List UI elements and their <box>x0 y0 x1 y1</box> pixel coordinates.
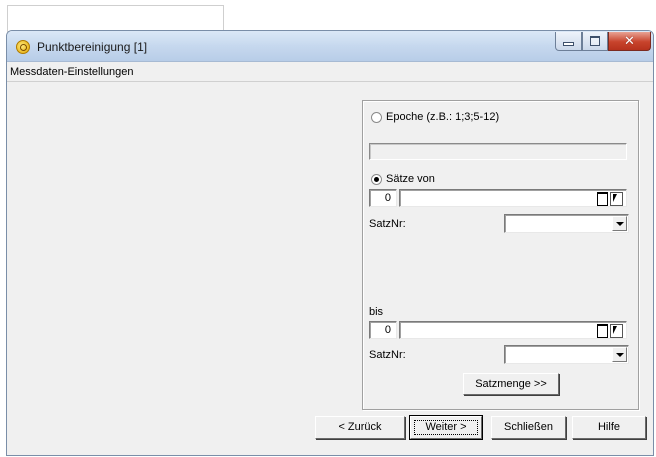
to-satznr-chevron-down-icon[interactable] <box>612 347 627 362</box>
satzmenge-button-label: Satzmenge >> <box>475 378 547 390</box>
app-icon <box>16 40 30 54</box>
from-number-field[interactable]: 0 <box>369 189 397 207</box>
close-button-label: Schließen <box>504 421 553 433</box>
from-pick-tools <box>597 192 623 206</box>
title-bar[interactable]: Punktbereinigung [1] ✕ <box>7 31 653 62</box>
epoche-label: Epoche (z.B.: 1;3;5-12) <box>386 111 500 123</box>
dialog-window: Punktbereinigung [1] ✕ Messdaten-Einstel… <box>6 30 654 456</box>
next-button-label: Weiter > <box>425 421 467 433</box>
close-icon: ✕ <box>624 33 635 49</box>
edit-icon[interactable] <box>597 192 608 206</box>
to-pick-tools <box>597 324 623 338</box>
top-blank-field <box>7 5 224 32</box>
edit-icon[interactable] <box>597 324 608 338</box>
from-satznr-label: SatzNr: <box>369 218 406 230</box>
from-value-field[interactable] <box>399 189 627 207</box>
help-button[interactable]: Hilfe <box>572 416 646 439</box>
help-button-label: Hilfe <box>597 421 620 433</box>
to-satznr-label: SatzNr: <box>369 349 406 361</box>
close-button[interactable]: Schließen <box>491 416 566 439</box>
to-number-field[interactable]: 0 <box>369 321 397 339</box>
settings-group: Epoche (z.B.: 1;3;5-12) Sätze von 0 Satz… <box>362 100 639 410</box>
minimize-button[interactable] <box>555 32 582 51</box>
saetze-label: Sätze von <box>386 173 435 185</box>
to-value-field[interactable] <box>399 321 627 339</box>
pick-cursor-icon[interactable] <box>610 192 623 206</box>
pick-cursor-icon[interactable] <box>610 324 623 338</box>
from-satznr-chevron-down-icon[interactable] <box>612 216 627 231</box>
close-window-button[interactable]: ✕ <box>608 32 651 51</box>
back-button[interactable]: < Zurück <box>315 416 405 439</box>
section-header-label: Messdaten-Einstellungen <box>10 66 134 78</box>
satzmenge-button[interactable]: Satzmenge >> <box>463 373 559 395</box>
saetze-radio[interactable] <box>371 174 382 185</box>
minimize-icon <box>563 42 574 46</box>
maximize-icon <box>590 36 600 46</box>
back-button-label: < Zurück <box>338 421 382 433</box>
from-satznr-combo[interactable] <box>504 214 629 233</box>
dialog-client: Messdaten-Einstellungen Epoche (z.B.: 1;… <box>7 63 653 455</box>
bis-label: bis <box>369 306 384 318</box>
maximize-button[interactable] <box>582 32 608 51</box>
epoche-radio[interactable] <box>371 112 382 123</box>
epoche-input[interactable] <box>369 143 627 160</box>
to-satznr-combo[interactable] <box>504 345 629 364</box>
window-title: Punktbereinigung [1] <box>37 40 148 54</box>
section-header: Messdaten-Einstellungen <box>7 64 653 82</box>
next-button[interactable]: Weiter > <box>409 415 483 440</box>
